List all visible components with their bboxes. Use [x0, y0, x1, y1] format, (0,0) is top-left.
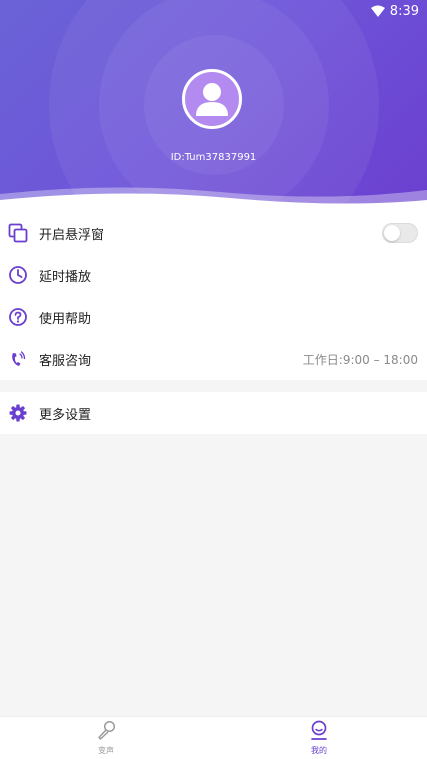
customer-service-item[interactable]: 客服咨询 工作日:9:00 – 18:00: [0, 338, 427, 380]
menu-list: 开启悬浮窗 延时播放 使用帮助 客服咨询 工作日:9:00 – 18:00: [0, 212, 427, 380]
floating-window-label: 开启悬浮窗: [39, 227, 105, 243]
phone-icon: [8, 349, 28, 369]
nav-mine-label: 我的: [311, 746, 327, 755]
customer-service-label: 客服咨询: [39, 353, 92, 369]
floating-window-toggle[interactable]: [382, 223, 418, 243]
wifi-icon: [371, 5, 385, 17]
nav-mine[interactable]: 我的: [289, 719, 349, 759]
working-hours: 工作日:9:00 – 18:00: [302, 352, 418, 367]
status-time: 8:39: [389, 4, 419, 19]
help-icon: [8, 307, 28, 327]
user-avatar-icon: [196, 83, 228, 116]
status-bar: 8:39: [0, 0, 427, 24]
help-label: 使用帮助: [39, 311, 92, 327]
user-id: ID:Tum37837991: [170, 152, 257, 163]
avatar[interactable]: [182, 69, 242, 129]
settings-section: 更多设置: [0, 392, 427, 434]
clock-icon: [8, 265, 28, 285]
more-settings-item[interactable]: 更多设置: [0, 392, 427, 434]
bottom-nav: 变声 我的: [0, 716, 427, 759]
floating-window-item[interactable]: 开启悬浮窗: [0, 212, 427, 254]
more-settings-label: 更多设置: [39, 407, 92, 423]
profile-icon: [311, 720, 327, 740]
delayed-play-item[interactable]: 延时播放: [0, 254, 427, 296]
toggle-knob: [384, 225, 400, 241]
header-wave: [0, 187, 427, 215]
screen: 8:39 ID:Tum37837991 开启悬浮窗 延时播放 使用帮助 客服咨询…: [0, 0, 427, 759]
help-item[interactable]: 使用帮助: [0, 296, 427, 338]
nav-voice-changer[interactable]: 变声: [76, 719, 136, 759]
profile-header: 8:39 ID:Tum37837991: [0, 0, 427, 215]
floating-window-icon: [8, 223, 28, 243]
microphone-icon: [98, 720, 116, 740]
nav-voice-changer-label: 变声: [98, 746, 114, 755]
gear-icon: [8, 403, 28, 423]
delayed-play-label: 延时播放: [39, 269, 92, 285]
